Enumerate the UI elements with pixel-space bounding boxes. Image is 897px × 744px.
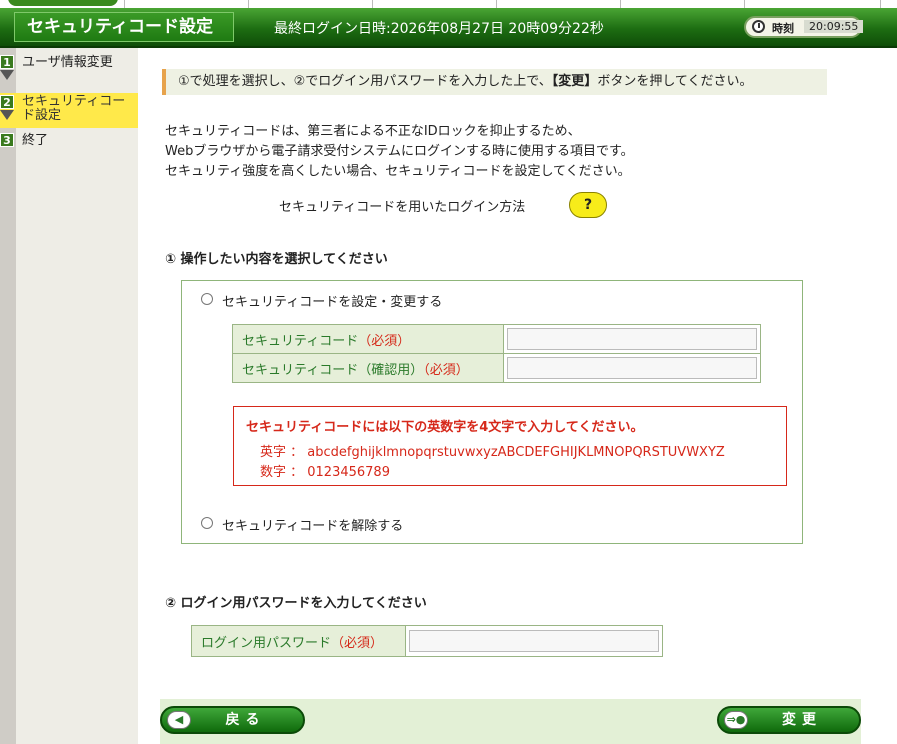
last-login-info: 最終ログイン日時:2026年08月27日 20時09分22秒	[274, 21, 604, 37]
title-bar: セキュリティコード設定 最終ログイン日時:2026年08月27日 20時09分2…	[0, 8, 897, 48]
change-button-label: 変更	[782, 712, 822, 728]
back-button[interactable]: ◀ 戻る	[160, 706, 305, 734]
login-password-input[interactable]	[409, 630, 659, 652]
instruction-bold: 【変更】	[551, 74, 598, 89]
step-arrow-icon	[0, 110, 14, 120]
rule-alpha: 英字 ： abcdefghijklmnopqrstuvwxyzABCDEFGHI…	[260, 445, 725, 460]
clock-time: 20:09:55	[804, 20, 864, 33]
description-line: Webブラウザから電子請求受付システムにログインする時に使用する項目です。	[165, 144, 634, 159]
password-table: ログイン用パスワード（必須）	[191, 625, 663, 657]
change-button[interactable]: ⇒● 変更	[717, 706, 861, 734]
password-cell	[405, 625, 663, 657]
security-code-confirm-cell	[503, 353, 761, 383]
option-set-code-label[interactable]: セキュリティコードを設定・変更する	[222, 291, 442, 310]
step-arrow-icon	[0, 70, 14, 80]
sidebar-item-exit[interactable]: 3 終了	[0, 133, 138, 153]
security-code-input[interactable]	[507, 328, 757, 350]
sidebar-item-label: 終了	[22, 133, 49, 148]
step-number: 1	[0, 55, 14, 69]
step-number: 3	[0, 133, 14, 147]
security-code-table: セキュリティコード（必須） セキュリティコード（確認用）（必須）	[232, 324, 761, 383]
description-line: セキュリティコードは、第三者による不正なIDロックを抑止するため、	[165, 124, 581, 139]
section2-heading: ② ログイン用パスワードを入力してください	[165, 596, 427, 611]
description: セキュリティコードは、第三者による不正なIDロックを抑止するため、 Webブラウ…	[165, 122, 634, 182]
section1-heading: ① 操作したい内容を選択してください	[165, 252, 388, 267]
change-arrow-icon: ⇒●	[724, 711, 748, 729]
back-button-label: 戻る	[225, 712, 266, 728]
security-code-cell	[503, 324, 761, 354]
description-line: セキュリティ強度を高くしたい場合、セキュリティコードを設定してください。	[165, 164, 631, 179]
security-code-label: セキュリティコード（必須）	[232, 324, 504, 354]
security-code-confirm-input[interactable]	[507, 357, 757, 379]
instruction-text-end: ボタンを押してください。	[597, 74, 753, 89]
logo	[8, 0, 118, 6]
option-clear-code-label[interactable]: セキュリティコードを解除する	[222, 515, 403, 534]
security-code-confirm-label: セキュリティコード（確認用）（必須）	[232, 353, 504, 383]
help-text: セキュリティコードを用いたログイン方法	[279, 200, 526, 215]
instruction-text: ①で処理を選択し、②でログイン用パスワードを入力した上で、	[178, 74, 552, 89]
page-title: セキュリティコード設定	[14, 12, 234, 42]
required-mark: （必須）	[423, 362, 469, 378]
sidebar-item-label: セキュリティコード設定	[22, 94, 126, 123]
help-button[interactable]: ?	[569, 192, 607, 218]
required-mark: （必須）	[358, 333, 411, 349]
back-arrow-icon: ◀	[167, 711, 191, 729]
radio-clear-code[interactable]	[201, 517, 213, 529]
sidebar-item-label: ユーザ情報変更	[22, 55, 113, 70]
radio-set-code[interactable]	[201, 293, 213, 305]
top-nav-strip	[0, 0, 897, 8]
rule-digits: 数字 ： 0123456789	[260, 465, 390, 480]
sidebar-item-user-info[interactable]: 1 ユーザ情報変更	[0, 55, 138, 91]
rule-title: セキュリティコードには以下の英数字を4文字で入力してください。	[246, 420, 644, 435]
clock-label: 時刻	[772, 22, 794, 35]
password-label: ログイン用パスワード（必須）	[191, 625, 406, 657]
footer-bar: ◀ 戻る ⇒● 変更	[160, 699, 861, 744]
code-rule-box: セキュリティコードには以下の英数字を4文字で入力してください。 英字 ： abc…	[233, 406, 787, 486]
clock-icon	[752, 20, 765, 33]
sidebar-item-security-code[interactable]: 2 セキュリティコード設定	[0, 93, 138, 128]
required-mark: （必須）	[331, 635, 384, 651]
instruction-banner: ①で処理を選択し、②でログイン用パスワードを入力した上で、【変更】ボタンを押して…	[162, 69, 827, 95]
clock-badge: 時刻 20:09:55	[744, 16, 864, 38]
step-number: 2	[0, 95, 14, 109]
